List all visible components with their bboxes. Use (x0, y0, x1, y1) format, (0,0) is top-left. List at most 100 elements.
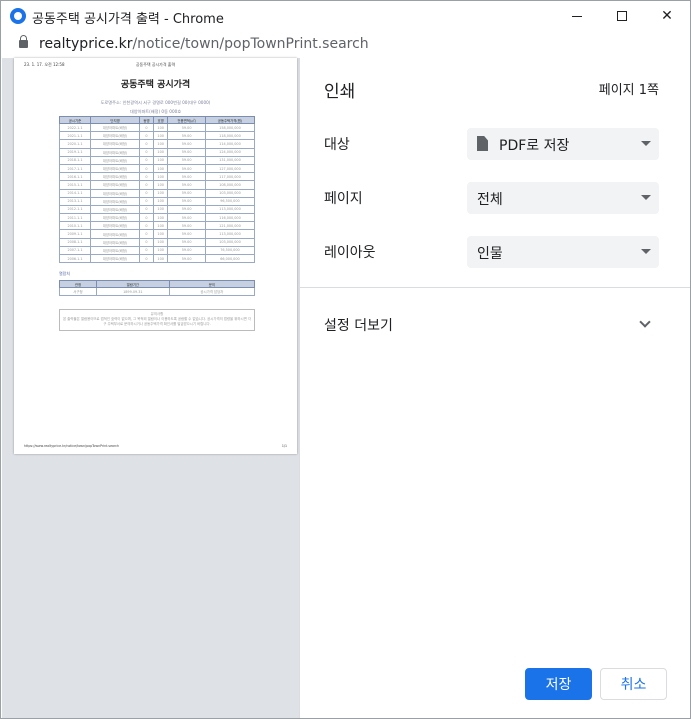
maximize-icon (617, 11, 627, 21)
print-preview-pane[interactable]: 23. 1. 17. 오전 12:58 공동주택 공시가격 출력 공동주택 공시… (2, 58, 299, 718)
save-button[interactable]: 저장 (525, 668, 592, 700)
table-cell: 대양아파트(배정) (89, 237, 141, 247)
pages-label: 페이지 (324, 191, 363, 207)
preview-address: 도로명주소: 인천광역시 서구 경명로 000번길 00(대우 0000) 대양… (14, 98, 297, 116)
preview-header-date: 23. 1. 17. 오전 12:58 (24, 62, 65, 67)
preview-header: 23. 1. 17. 오전 12:58 공동주택 공시가격 출력 (24, 62, 287, 70)
table-cell: 2021.1.1 (59, 131, 91, 141)
settings-divider (300, 287, 690, 288)
table-cell: 100 (152, 229, 169, 239)
maximize-button[interactable] (599, 1, 645, 31)
table-cell: 66,000,000 (204, 253, 256, 264)
table-cell: 100 (152, 213, 169, 223)
chrome-icon (10, 8, 26, 24)
table-cell: 59.00 (167, 221, 206, 231)
table-cell: 0 (139, 196, 154, 206)
preview-footer-url: https://www.realtyprice.kr/notice/town/p… (24, 444, 120, 448)
table-cell: 100 (152, 172, 169, 182)
table-cell: 0 (139, 245, 154, 256)
table-header-cell: 단지명 (89, 116, 141, 124)
table-cell: 59.00 (167, 180, 206, 190)
table-row: 2008.1.1 대양아파트(배정) 0 100 59.00 103,000,000 (59, 237, 256, 247)
table-cell: 대양아파트(배정) (89, 245, 141, 256)
table-cell: 0 (139, 163, 154, 174)
table-cell: 76,500,000 (204, 245, 256, 256)
table-cell: 0 (139, 131, 154, 141)
address-bar: realtyprice.kr/notice/town/popTownPrint.… (1, 31, 690, 58)
table-cell: 124,000,000 (204, 147, 256, 157)
table-cell: 59.00 (167, 237, 206, 247)
table-cell: 100 (152, 131, 169, 141)
table-cell: 59.00 (167, 253, 206, 264)
table-cell: 2010.1.1 (59, 221, 91, 231)
table-row: 서구청 1899.09.31 공시가격 담당자 (59, 287, 256, 296)
table-cell: 0 (139, 237, 154, 247)
destination-label: 대상 (324, 137, 350, 153)
table-cell: 100 (152, 204, 169, 215)
table-header-cell: 동명 (139, 116, 154, 124)
preview-notice: 유의사항 본 출력물은 열람용이므로 법적인 효력이 없으며, 그 목적외 열람… (59, 309, 255, 331)
table-cell: 118,000,000 (204, 131, 256, 141)
more-settings-toggle[interactable]: 설정 더보기 (300, 306, 690, 342)
table-cell: 59.00 (167, 204, 206, 215)
cancel-button[interactable]: 취소 (600, 668, 667, 700)
table-cell: 0 (139, 213, 154, 223)
table-cell: 0 (139, 221, 154, 231)
table-cell: 대양아파트(배정) (89, 180, 141, 190)
table-cell: 2008.1.1 (59, 237, 91, 247)
caret-down-icon (641, 141, 651, 146)
table-cell: 0 (139, 172, 154, 182)
table-row: 2012.1.1 대양아파트(배정) 0 100 59.00 113,000,000 (59, 204, 256, 215)
layout-select[interactable]: 인물 (467, 236, 659, 268)
preview-page: 23. 1. 17. 오전 12:58 공동주택 공시가격 출력 공동주택 공시… (14, 58, 297, 454)
table-cell: 2015.1.1 (59, 180, 91, 190)
close-icon: ✕ (661, 8, 673, 24)
table-cell: 대양아파트(배정) (89, 196, 141, 206)
table-row: 2020.1.1 대양아파트(배정) 0 100 59.00 114,000,000 (59, 139, 256, 149)
page-count: 페이지 1쪽 (598, 83, 659, 98)
table-cell: 100 (152, 163, 169, 174)
table-cell: 대양아파트(배정) (89, 122, 141, 133)
table-cell: 대양아파트(배정) (89, 139, 141, 149)
table-cell: 103,000,000 (204, 237, 256, 247)
destination-select[interactable]: PDF로 저장 (467, 128, 659, 160)
table-cell: 서구청 (59, 287, 97, 296)
table-cell: 2016.1.1 (59, 172, 91, 182)
table-cell: 103,000,000 (204, 188, 256, 198)
table-cell: 158,000,000 (204, 122, 256, 133)
table-cell: 대양아파트(배정) (89, 229, 141, 239)
table-cell: 2022.1.1 (59, 122, 91, 133)
table-cell: 100 (152, 196, 169, 206)
table-cell: 대양아파트(배정) (89, 253, 141, 264)
table-cell: 59.00 (167, 147, 206, 157)
table-cell: 2017.1.1 (59, 163, 91, 174)
table-cell: 100 (152, 237, 169, 247)
table-row: 2006.1.1 대양아파트(배정) 0 100 59.00 66,000,000 (59, 253, 256, 264)
table-cell: 대양아파트(배정) (89, 221, 141, 231)
table-cell: 59.00 (167, 229, 206, 239)
pages-select[interactable]: 전체 (467, 182, 659, 214)
table-cell: 100 (152, 221, 169, 231)
table-cell: 2012.1.1 (59, 204, 91, 215)
preview-footer: https://www.realtyprice.kr/notice/town/p… (24, 444, 287, 448)
table-cell: 0 (139, 180, 154, 190)
url-text: realtyprice.kr/notice/town/popTownPrint.… (39, 36, 369, 52)
table-cell: 100 (152, 147, 169, 157)
table-cell: 0 (139, 204, 154, 215)
table-cell: 100 (152, 155, 169, 165)
table-cell: 2019.1.1 (59, 147, 91, 157)
table2-header-cell: 관청 (59, 280, 97, 288)
table-cell: 0 (139, 229, 154, 239)
close-button[interactable]: ✕ (644, 1, 690, 31)
settings-title: 인쇄 (324, 82, 356, 102)
minimize-button[interactable] (554, 1, 600, 31)
table-row: 2021.1.1 대양아파트(배정) 0 100 59.00 118,000,000 (59, 131, 256, 141)
table-header-cell: 호명 (152, 116, 169, 124)
table-cell: 59.00 (167, 163, 206, 174)
table-cell: 2011.1.1 (59, 213, 91, 223)
more-settings-label: 설정 더보기 (324, 318, 393, 334)
table-cell: 0 (139, 122, 154, 133)
minimize-icon (572, 15, 582, 17)
table-cell: 대양아파트(배정) (89, 155, 141, 165)
preview-section-title: 열람처 (59, 271, 71, 276)
